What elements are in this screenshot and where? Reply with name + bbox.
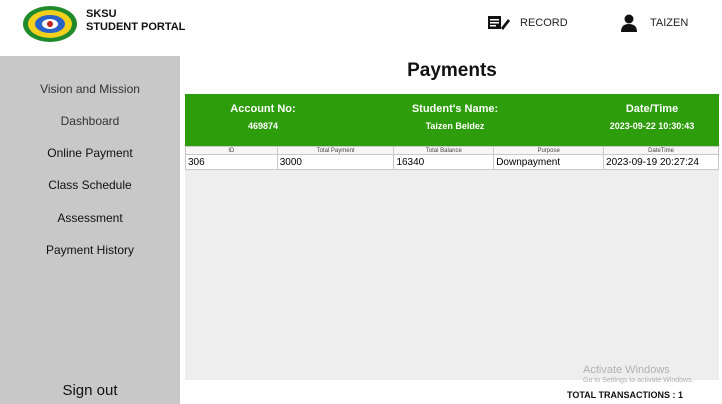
sidebar-item-vision-mission[interactable]: Vision and Mission — [0, 82, 180, 96]
record-button[interactable]: RECORD — [486, 14, 568, 32]
brand-title: SKSU STUDENT PORTAL — [86, 8, 185, 34]
total-transactions: TOTAL TRANSACTIONS : 1 — [567, 390, 684, 400]
account-label: Account No: — [230, 103, 296, 115]
user-menu[interactable]: TAIZEN — [620, 14, 688, 32]
cell-id: 306 — [185, 154, 278, 170]
page-title: Payments — [407, 60, 497, 81]
cell-total-balance: 16340 — [393, 154, 495, 170]
record-icon — [488, 16, 510, 30]
user-name: TAIZEN — [650, 17, 689, 29]
cell-purpose: Downpayment — [493, 154, 605, 170]
cell-datetime: 2023-09-19 20:27:24 — [603, 154, 719, 170]
column-header-id[interactable]: ID — [185, 146, 278, 155]
table-header-row: ID Total Payment Total Balance Purpose D… — [185, 146, 719, 155]
column-header-purpose[interactable]: Purpose — [493, 146, 605, 155]
sidebar-item-payment-history[interactable]: Payment History — [0, 243, 180, 257]
sidebar: Vision and Mission Dashboard Online Paym… — [0, 56, 180, 404]
account-info-bar: Account No: 469874 Student's Name: Taize… — [185, 94, 719, 146]
account-value: 469874 — [247, 121, 279, 131]
account-info: Account No: 469874 — [185, 103, 341, 131]
transactions-grid: ID Total Payment Total Balance Purpose D… — [185, 146, 719, 380]
brand-line2: STUDENT PORTAL — [86, 21, 186, 33]
activate-windows-watermark: Activate Windows Go to Settings to activ… — [583, 364, 694, 384]
sidebar-item-dashboard[interactable]: Dashboard — [0, 114, 180, 128]
student-name-label: Student's Name: — [411, 103, 499, 115]
column-header-datetime[interactable]: DateTime — [603, 146, 719, 155]
column-header-total-balance[interactable]: Total Balance — [393, 146, 495, 155]
datetime-value: 2023-09-22 10:30:43 — [609, 121, 695, 131]
table-row[interactable]: 306 3000 16340 Downpayment 2023-09-19 20… — [185, 154, 719, 170]
top-bar: SKSU STUDENT PORTAL RECORD TAIZEN — [0, 0, 722, 48]
student-name-value: Taizen Beldez — [425, 121, 485, 131]
sidebar-item-class-schedule[interactable]: Class Schedule — [0, 178, 180, 192]
column-header-total-payment[interactable]: Total Payment — [276, 146, 395, 155]
student-name-info: Student's Name: Taizen Beldez — [375, 103, 535, 131]
watermark-line2: Go to Settings to activate Windows. — [583, 377, 694, 384]
user-icon — [621, 14, 637, 32]
watermark-line1: Activate Windows — [583, 364, 670, 376]
sign-out-button[interactable]: Sign out — [0, 382, 180, 399]
cell-total-payment: 3000 — [276, 154, 395, 170]
sidebar-item-assessment[interactable]: Assessment — [0, 211, 180, 225]
record-label: RECORD — [520, 17, 568, 29]
transactions-table: ID Total Payment Total Balance Purpose D… — [185, 146, 719, 170]
sidebar-item-online-payment[interactable]: Online Payment — [0, 146, 180, 160]
brand-line1: SKSU — [86, 8, 117, 20]
datetime-label: Date/Time — [625, 103, 679, 115]
sksu-logo — [23, 6, 77, 42]
datetime-info: Date/Time 2023-09-22 10:30:43 — [577, 103, 722, 131]
